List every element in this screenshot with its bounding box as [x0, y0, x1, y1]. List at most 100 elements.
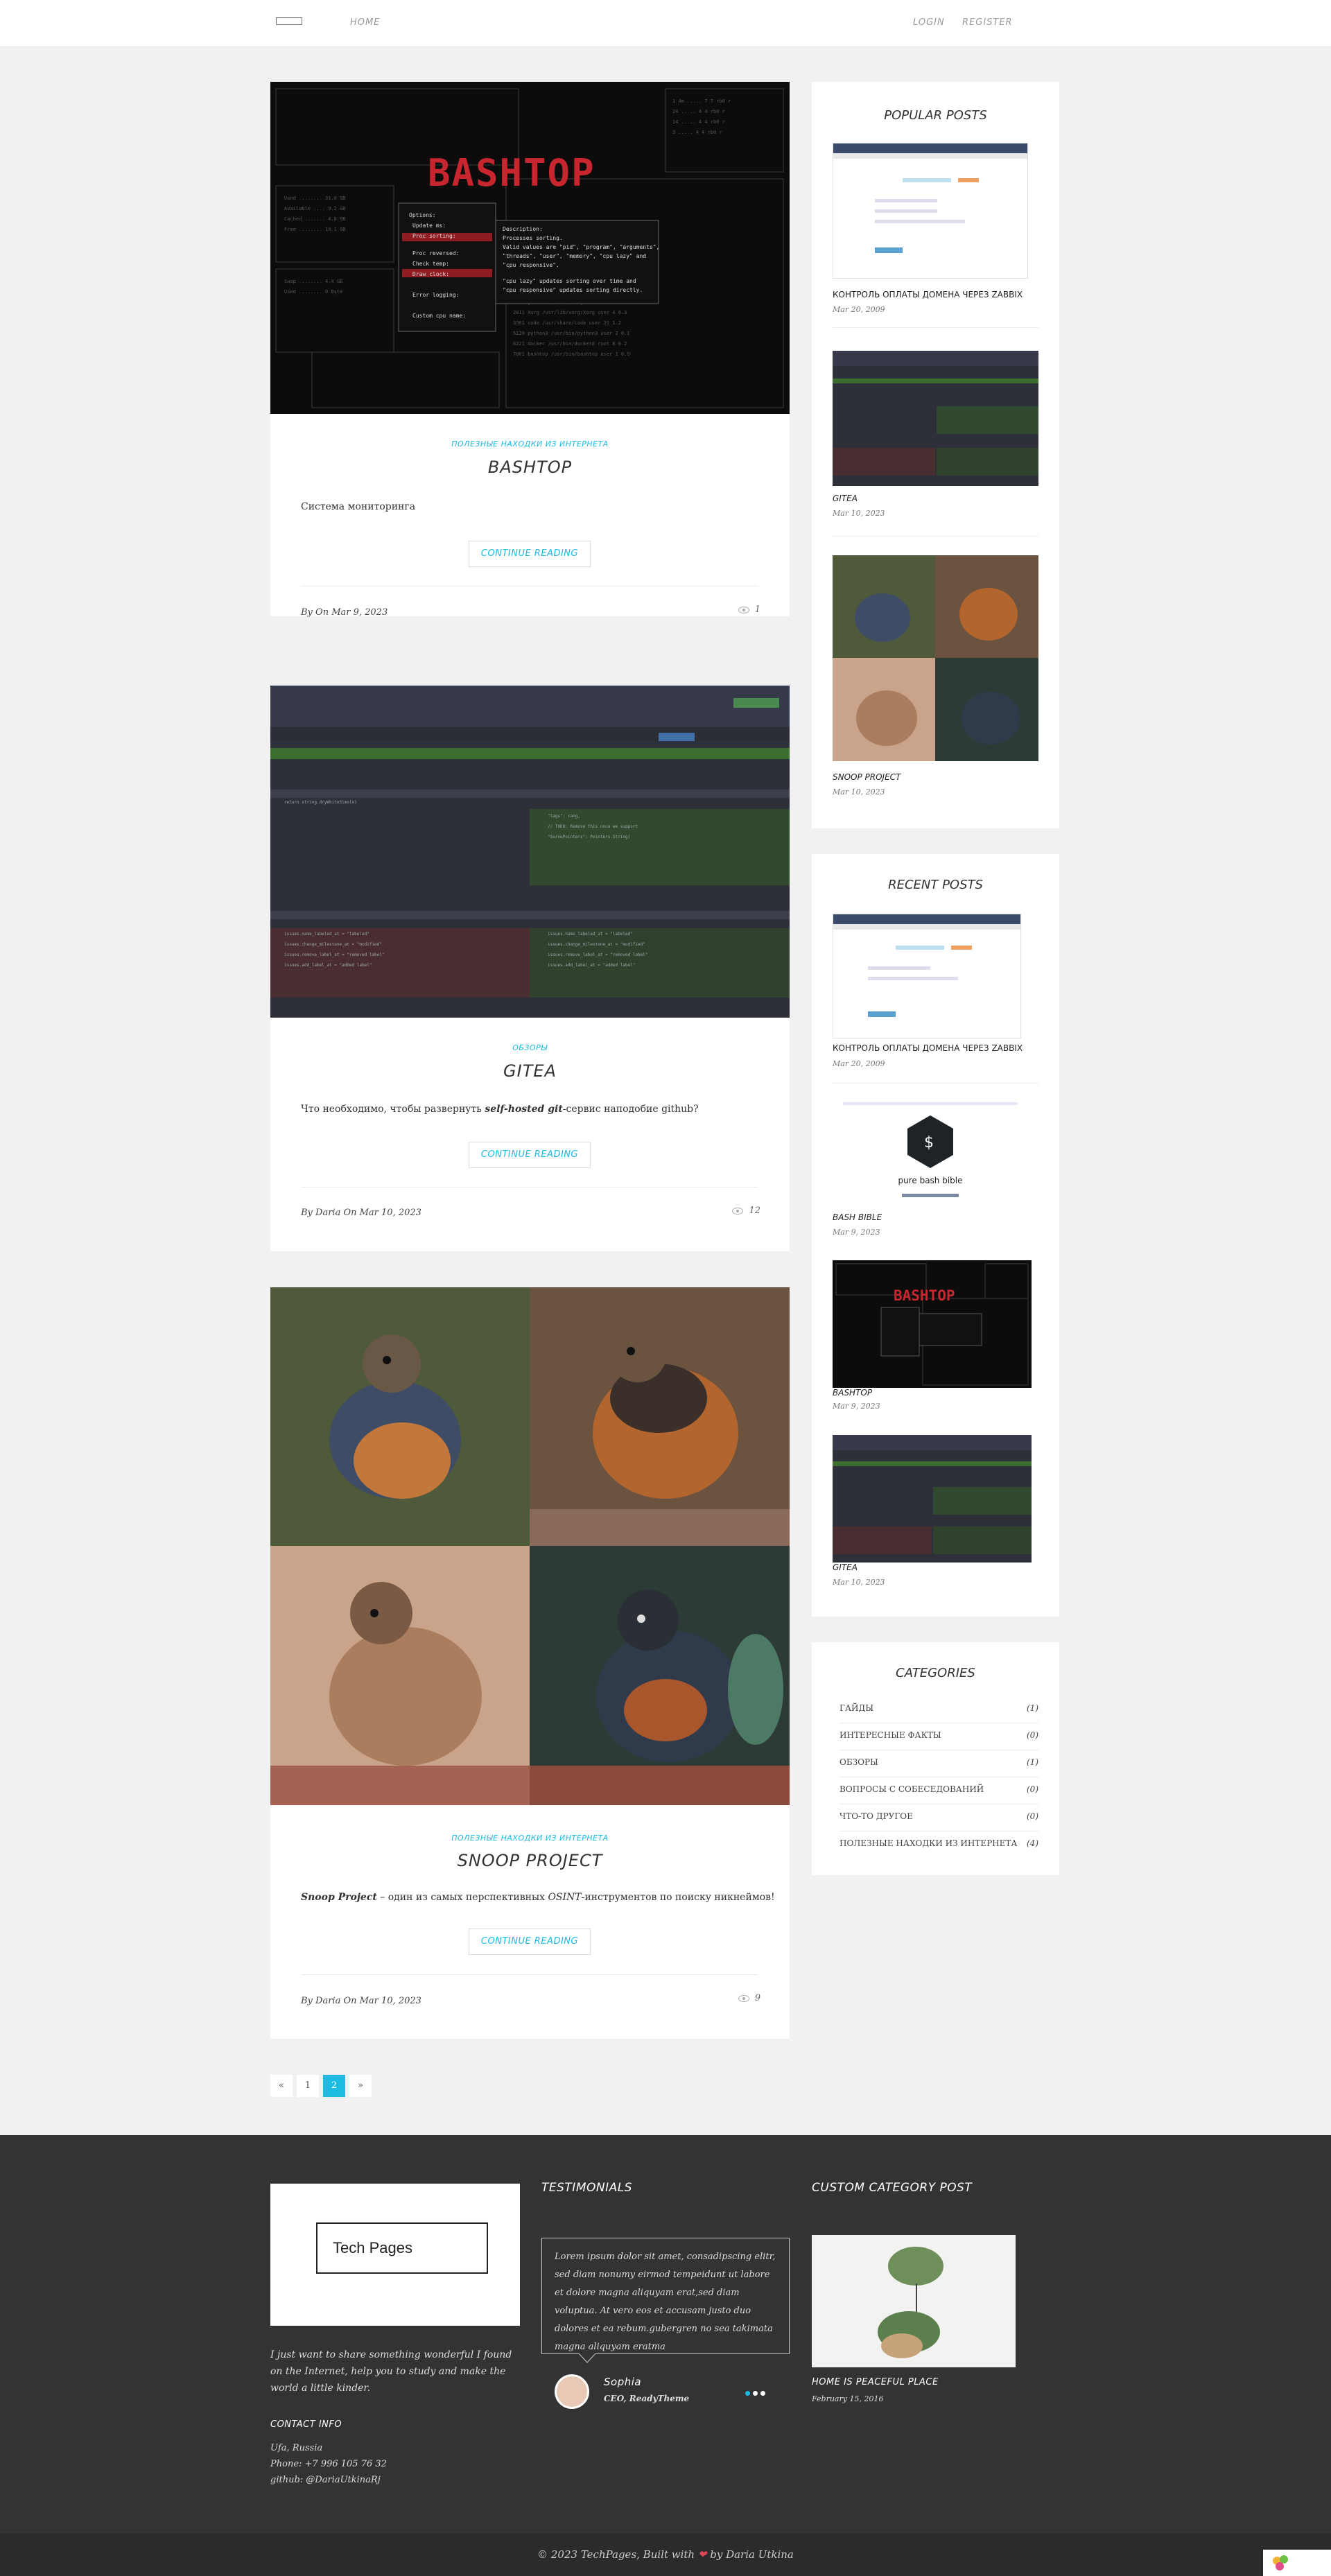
post-title[interactable]: SNOOP PROJECT [270, 1851, 790, 1870]
post-excerpt: Что необходимо, чтобы развернуть self-ho… [301, 1104, 699, 1115]
copyright-author: by Daria Utkina [710, 2548, 794, 2561]
post-meta: By Daria On Mar 10, 2023 [301, 1208, 421, 1218]
popular-post-image[interactable] [833, 143, 1028, 279]
continue-reading-button[interactable]: CONTINUE READING [469, 1142, 591, 1168]
divider [833, 1083, 1038, 1084]
post-category-link[interactable]: ПОЛЕЗНЫЕ НАХОДКИ ИЗ ИНТЕРНЕТА [270, 1834, 790, 1843]
recent-post-title[interactable]: GITEA [833, 1563, 858, 1572]
post-image-bashtop[interactable]: Used ........ 31.0 GB Available .... 9.2 … [270, 82, 790, 414]
post-title[interactable]: GITEA [270, 1061, 790, 1081]
post-card-gitea: return string.dryWhiteSimo(x) "tags": ra… [270, 686, 790, 1251]
svg-text:BASHTOP: BASHTOP [428, 151, 595, 195]
post-card-snoop-project: ПОЛЕЗНЫЕ НАХОДКИ ИЗ ИНТЕРНЕТА SNOOP PROJ… [270, 1287, 790, 2039]
pagination-page-1[interactable]: 1 [297, 2075, 319, 2097]
quail-illustration [833, 555, 1038, 761]
category-item[interactable]: ГАЙДЫ (1) [840, 1696, 1038, 1723]
svg-text:Draw clock:: Draw clock: [412, 271, 449, 277]
testimonial-name: Sophia [604, 2376, 642, 2388]
contact-city: Ufa, Russia [270, 2443, 323, 2453]
footer-logo[interactable]: Tech Pages [316, 2222, 488, 2274]
recent-post-image[interactable]: $ pure bash bible [833, 1097, 1028, 1201]
post-excerpt: Система мониторинга [301, 501, 416, 512]
category-item[interactable]: ВОПРОСЫ С СОБЕСЕДОВАНИЙ (0) [840, 1777, 1038, 1804]
gitea-screenshot [833, 1435, 1032, 1563]
nav-home-link[interactable]: HOME [350, 17, 380, 28]
svg-text:Description:: Description: [503, 226, 543, 232]
nav-login-link[interactable]: LOGIN [913, 17, 945, 28]
corner-widget[interactable] [1263, 2550, 1331, 2576]
recent-post-title[interactable]: КОНТРОЛЬ ОПЛАТЫ ДОМЕНА ЧЕРЕЗ ZABBIX [833, 1043, 1023, 1053]
svg-text:Used ........ 0 Byte: Used ........ 0 Byte [284, 289, 342, 295]
svg-text:"threads", "user", "memory", ": "threads", "user", "memory", "cpu lazy" … [503, 253, 646, 259]
bashtop-screenshot: BASHTOP [833, 1260, 1032, 1388]
avatar [555, 2374, 589, 2409]
svg-text:Proc sorting:: Proc sorting: [412, 233, 456, 239]
popular-post-image[interactable] [833, 351, 1038, 486]
nav-register-link[interactable]: REGISTER [962, 17, 1013, 28]
post-title[interactable]: BASHTOP [270, 458, 790, 477]
custom-post-image[interactable] [812, 2235, 1016, 2367]
svg-text:issues.change_milestone_at = ": issues.change_milestone_at = "modified" [548, 942, 645, 947]
widget-title: POPULAR POSTS [884, 108, 987, 123]
custom-post-date: February 15, 2016 [812, 2394, 884, 2403]
post-category-link[interactable]: ПОЛЕЗНЫЕ НАХОДКИ ИЗ ИНТЕРНЕТА [270, 440, 790, 449]
svg-text:Update ms:: Update ms: [412, 223, 446, 229]
gitea-screenshot [833, 351, 1038, 486]
testimonial-text: Lorem ipsum dolor sit amet, consadipscin… [555, 2252, 776, 2352]
recent-post-title[interactable]: BASH BIBLE [833, 1212, 882, 1222]
popular-post-title[interactable]: GITEA [833, 494, 858, 503]
post-meta: By Daria On Mar 10, 2023 [301, 1996, 421, 2006]
svg-text:Free ........ 10.1 GB: Free ........ 10.1 GB [284, 227, 346, 232]
category-item[interactable]: ЧТО-ТО ДРУГОЕ (0) [840, 1804, 1038, 1831]
svg-text:"cpu responsive".: "cpu responsive". [503, 262, 559, 268]
custom-post-title[interactable]: HOME IS PEACEFUL PLACE [812, 2377, 939, 2387]
recent-posts-widget: RECENT POSTS КОНТРОЛЬ ОПЛАТЫ ДОМЕНА ЧЕРЕ… [812, 854, 1059, 1617]
svg-text:7001 bashtop /usr/bin/bashtop: 7001 bashtop /usr/bin/bashtop user 1 0.9 [513, 351, 630, 357]
continue-reading-button[interactable]: CONTINUE READING [469, 1929, 591, 1955]
svg-text:Custom cpu name:: Custom cpu name: [412, 313, 466, 319]
views-count: 1 [754, 604, 760, 615]
continue-reading-button[interactable]: CONTINUE READING [469, 541, 591, 567]
site-logo[interactable] [276, 17, 302, 25]
svg-text:5120 python3 /usr/bin/python3: 5120 python3 /usr/bin/python3 user 2 0.1 [513, 331, 630, 336]
testimonial-dots[interactable] [745, 2385, 765, 2399]
svg-text:pure bash bible: pure bash bible [898, 1176, 962, 1185]
recent-post-date: Mar 9, 2023 [833, 1228, 880, 1237]
svg-text:14 ..... 4 4 rb0 r: 14 ..... 4 4 rb0 r [672, 119, 725, 125]
popular-post-image[interactable] [833, 555, 1038, 761]
succulent-photo [812, 2235, 1016, 2367]
testimonials-title: TESTIMONIALS [541, 2181, 632, 2195]
custom-category-title: CUSTOM CATEGORY POST [812, 2181, 973, 2195]
views-count: 12 [749, 1206, 760, 1216]
testimonial-bubble: Lorem ipsum dolor sit amet, consadipscin… [541, 2238, 790, 2354]
svg-text:issues.remove_label_at = "remo: issues.remove_label_at = "removed label" [284, 952, 385, 957]
post-image-gitea[interactable]: return string.dryWhiteSimo(x) "tags": ra… [270, 686, 790, 1018]
eye-icon [738, 606, 749, 613]
popular-post-title[interactable]: КОНТРОЛЬ ОПЛАТЫ ДОМЕНА ЧЕРЕЗ ZABBIX [833, 290, 1023, 299]
pagination-next[interactable]: » [349, 2075, 372, 2097]
contact-github[interactable]: github: @DariaUtkinaRj [270, 2472, 381, 2489]
popular-post-title[interactable]: SNOOP PROJECT [833, 772, 901, 782]
divider [833, 327, 1038, 328]
category-item[interactable]: ИНТЕРЕСНЫЕ ФАКТЫ (0) [840, 1723, 1038, 1750]
recent-post-image[interactable] [833, 1435, 1032, 1563]
svg-text:3301 code /usr/share/code: 3301 code /usr/share/code user 31 1.2 [513, 320, 621, 326]
top-navbar: HOME LOGIN REGISTER [0, 0, 1331, 47]
post-image-snoop-project[interactable] [270, 1287, 790, 1805]
recent-post-title[interactable]: BASHTOP [833, 1388, 872, 1398]
post-meta: By On Mar 9, 2023 [301, 607, 388, 618]
testimonial-role: CEO, ReadyTheme [604, 2394, 690, 2403]
category-item[interactable]: ПОЛЕЗНЫЕ НАХОДКИ ИЗ ИНТЕРНЕТА (4) [840, 1831, 1038, 1859]
copyright-text: © 2023 TechPages, Built with [537, 2548, 695, 2561]
widget-title: RECENT POSTS [888, 878, 983, 892]
svg-text:$: $ [924, 1134, 934, 1151]
recent-post-image[interactable]: BASHTOP [833, 1260, 1032, 1388]
svg-text:Error logging:: Error logging: [412, 292, 459, 298]
category-item[interactable]: ОБЗОРЫ (1) [840, 1750, 1038, 1777]
pagination-prev[interactable]: « [270, 2075, 293, 2097]
recent-post-image[interactable] [833, 914, 1021, 1038]
pagination-page-2[interactable]: 2 [323, 2075, 345, 2097]
post-category-link[interactable]: ОБЗОРЫ [270, 1043, 790, 1052]
views-count: 9 [754, 1993, 760, 2003]
recent-post-date: Mar 10, 2023 [833, 1578, 885, 1587]
